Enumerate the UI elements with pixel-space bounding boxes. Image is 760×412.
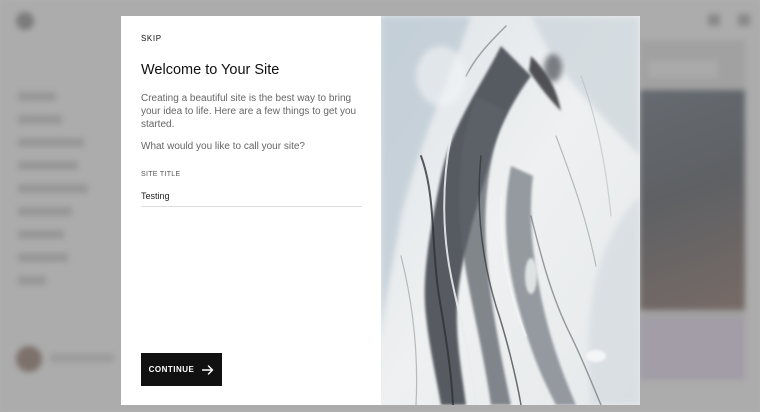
- arrow-right-icon: [202, 364, 214, 375]
- modal-title: Welcome to Your Site: [141, 62, 280, 78]
- welcome-modal: SKIP Welcome to Your Site Creating a bea…: [121, 16, 640, 405]
- intro-text: Creating a beautiful site is the best wa…: [141, 93, 357, 130]
- skip-link[interactable]: SKIP: [141, 34, 162, 43]
- welcome-form-panel: SKIP Welcome to Your Site Creating a bea…: [121, 16, 381, 405]
- continue-label: CONTINUE: [148, 365, 195, 374]
- marble-abstract-image: [381, 16, 640, 405]
- site-title-input[interactable]: [141, 186, 362, 207]
- question-text: What would you like to call your site?: [141, 141, 305, 152]
- continue-button[interactable]: CONTINUE: [141, 353, 222, 386]
- site-title-label: SITE TITLE: [141, 171, 181, 178]
